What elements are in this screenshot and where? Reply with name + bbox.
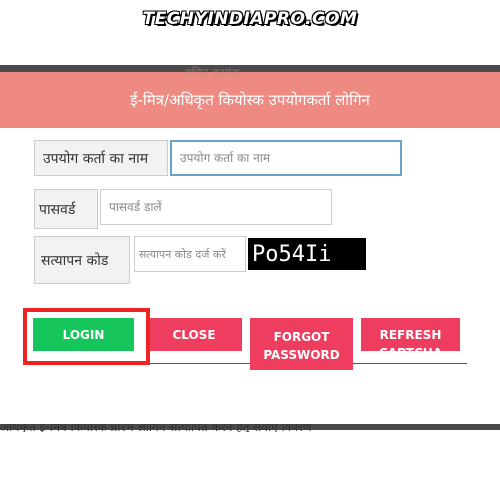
top-banner: TECHYINDIAPRO.COM bbox=[0, 0, 500, 65]
username-label: उपयोग कर्ता का नाम bbox=[34, 140, 168, 176]
refresh-captcha-button[interactable]: REFRESH CAPTCHA bbox=[361, 318, 460, 351]
forgot-password-button[interactable]: FORGOT PASSWORD bbox=[250, 318, 353, 370]
captcha-input[interactable] bbox=[134, 236, 246, 272]
password-input[interactable] bbox=[100, 189, 332, 225]
login-highlight-box bbox=[23, 308, 150, 365]
close-button[interactable]: CLOSE bbox=[146, 318, 242, 351]
dialog-ghost-text: वगिन क्रमांक bbox=[185, 66, 241, 80]
captcha-label: सत्यापन कोड bbox=[34, 236, 130, 284]
page-bottom bbox=[0, 430, 500, 500]
captcha-image: Po54Ii bbox=[248, 238, 366, 270]
password-label: पासवर्ड bbox=[34, 189, 98, 229]
dialog-title: ई-मित्र/अधिकृत कियोस्क उपयोगकर्ता लोगिन bbox=[0, 72, 500, 128]
username-input[interactable] bbox=[170, 140, 402, 176]
watermark-text: TECHYINDIAPRO.COM bbox=[142, 9, 358, 29]
